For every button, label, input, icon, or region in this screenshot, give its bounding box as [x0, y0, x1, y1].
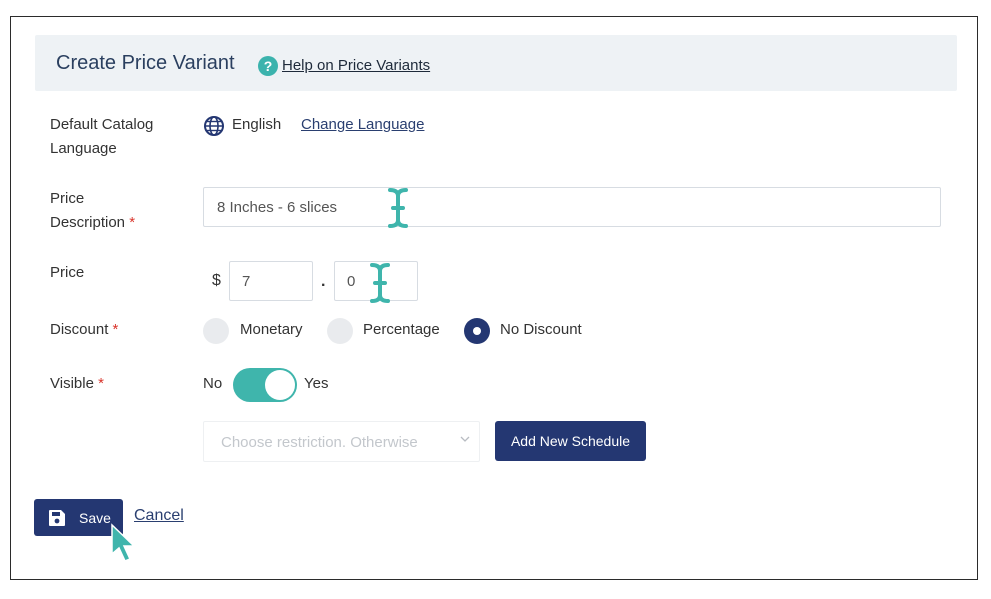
decimal-separator: .	[321, 273, 326, 290]
chevron-down-icon	[460, 436, 470, 442]
toggle-on-label: Yes	[304, 375, 329, 392]
required-mark: *	[112, 321, 119, 338]
change-language-link[interactable]: Change Language	[301, 116, 424, 133]
discount-label: Discount *	[50, 321, 119, 338]
discount-option-label[interactable]: No Discount	[500, 321, 582, 338]
currency-symbol: $	[212, 272, 221, 289]
restriction-select[interactable]: Choose restriction. Otherwise	[203, 421, 480, 462]
floppy-disk-icon	[49, 510, 65, 526]
language-label: Default Catalog Language	[50, 116, 154, 157]
required-mark: *	[98, 375, 104, 392]
price-variant-form: Create Price Variant ? Help on Price Var…	[10, 16, 978, 580]
discount-radio-monetary[interactable]	[203, 318, 229, 344]
language-value: English	[232, 116, 282, 133]
toggle-off-label: No	[203, 375, 223, 392]
discount-option-label[interactable]: Percentage	[363, 321, 440, 338]
price-decimal-input[interactable]	[334, 261, 418, 301]
toggle-knob	[265, 370, 295, 400]
restriction-placeholder: Choose restriction. Otherwise	[221, 434, 418, 451]
discount-radio-percentage[interactable]	[327, 318, 353, 344]
price-integer-input[interactable]	[229, 261, 313, 301]
discount-option-label[interactable]: Monetary	[240, 321, 303, 338]
visible-label: Visible *	[50, 375, 104, 392]
price-label: Price	[50, 264, 85, 281]
price-description-label: Price Description *	[50, 190, 136, 231]
help-link[interactable]: Help on Price Variants	[282, 57, 430, 74]
globe-icon	[204, 116, 224, 136]
price-description-input[interactable]	[203, 187, 941, 227]
question-circle-icon[interactable]: ?	[258, 56, 278, 76]
visible-toggle[interactable]	[233, 368, 297, 402]
form-header: Create Price Variant ? Help on Price Var…	[35, 35, 957, 91]
save-button-label: Save	[79, 509, 111, 526]
save-button[interactable]: Save	[34, 499, 123, 536]
required-mark: *	[129, 214, 136, 231]
discount-radio-no-discount[interactable]	[464, 318, 490, 344]
cancel-link[interactable]: Cancel	[134, 507, 184, 525]
add-new-schedule-button[interactable]: Add New Schedule	[495, 421, 646, 461]
page-title: Create Price Variant	[56, 52, 235, 74]
